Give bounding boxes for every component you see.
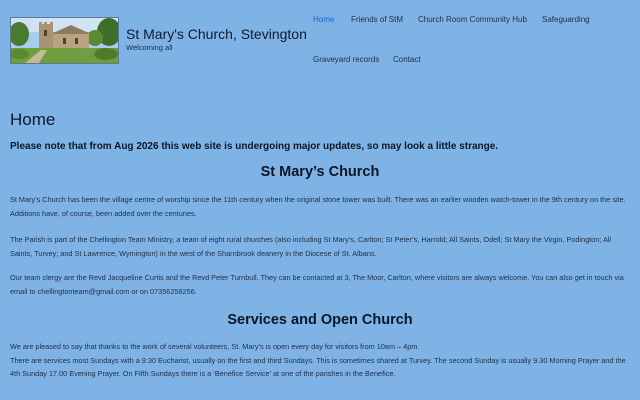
nav-church-room-community-hub[interactable]: Church Room Community Hub [418,15,527,24]
nav-friends-of-stm[interactable]: Friends of StM [351,15,403,24]
services-open-line: We are pleased to say that thanks to the… [10,342,420,351]
page: St Mary's Church, Stevington Welcoming a… [0,0,640,400]
paragraph-history: St Mary’s Church has been the village ce… [10,195,626,218]
section-heading-st-marys: St Mary’s Church [260,164,380,180]
paragraph-clergy: Our team clergy are the Revd Jacqueline … [10,273,624,296]
nav-home[interactable]: Home [313,15,334,24]
church-logo-image[interactable] [10,17,119,64]
nav-graveyard-records[interactable]: Graveyard records [313,55,379,64]
paragraph-parish: The Parish is part of the Chellington Te… [10,235,612,258]
site-tagline: Welcoming all [126,43,173,52]
site-header: St Mary's Church, Stevington Welcoming a… [0,0,640,80]
services-schedule-line: There are services most Sundays with a 9… [10,355,626,379]
paragraph-services: We are pleased to say that thanks to the… [10,340,632,381]
nav-safeguarding[interactable]: Safeguarding [542,15,590,24]
church-photo [11,18,118,63]
nav-contact[interactable]: Contact [393,55,421,64]
page-title: Home [10,110,56,129]
site-title[interactable]: St Mary's Church, Stevington [126,26,307,42]
section-heading-services: Services and Open Church [227,312,413,328]
update-notice: Please note that from Aug 2026 this web … [10,141,499,152]
